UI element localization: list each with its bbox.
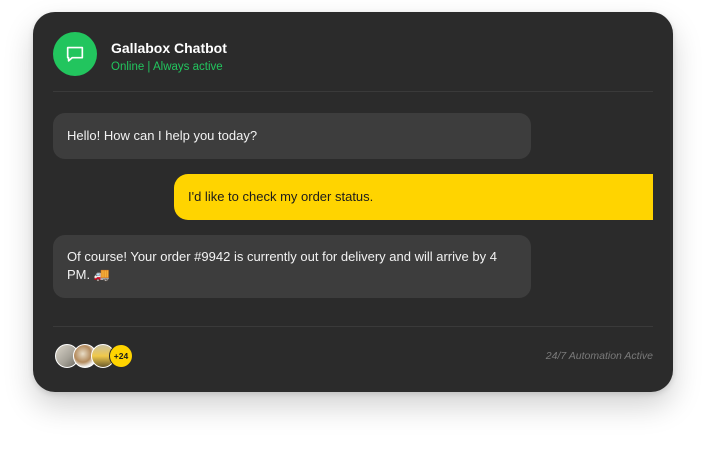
chat-bubble-icon (66, 46, 84, 62)
footer-divider (53, 326, 653, 327)
chatbot-title: Gallabox Chatbot (111, 40, 227, 56)
agent-avatars: +24 (55, 344, 133, 368)
chat-card: Gallabox Chatbot Online | Always active … (33, 12, 673, 392)
bot-message: Of course! Your order #9942 is currently… (53, 235, 531, 298)
bot-avatar (53, 32, 97, 76)
header-divider (53, 91, 653, 92)
online-status: Online | Always active (111, 61, 223, 73)
chat-footer: +24 24/7 Automation Active (55, 343, 653, 369)
bot-message: Hello! How can I help you today? (53, 113, 531, 159)
automation-note: 24/7 Automation Active (545, 350, 653, 362)
chat-header: Gallabox Chatbot Online | Always active (53, 32, 653, 92)
user-message: I'd like to check my order status. (174, 174, 653, 220)
avatar-count-badge: +24 (109, 344, 133, 368)
